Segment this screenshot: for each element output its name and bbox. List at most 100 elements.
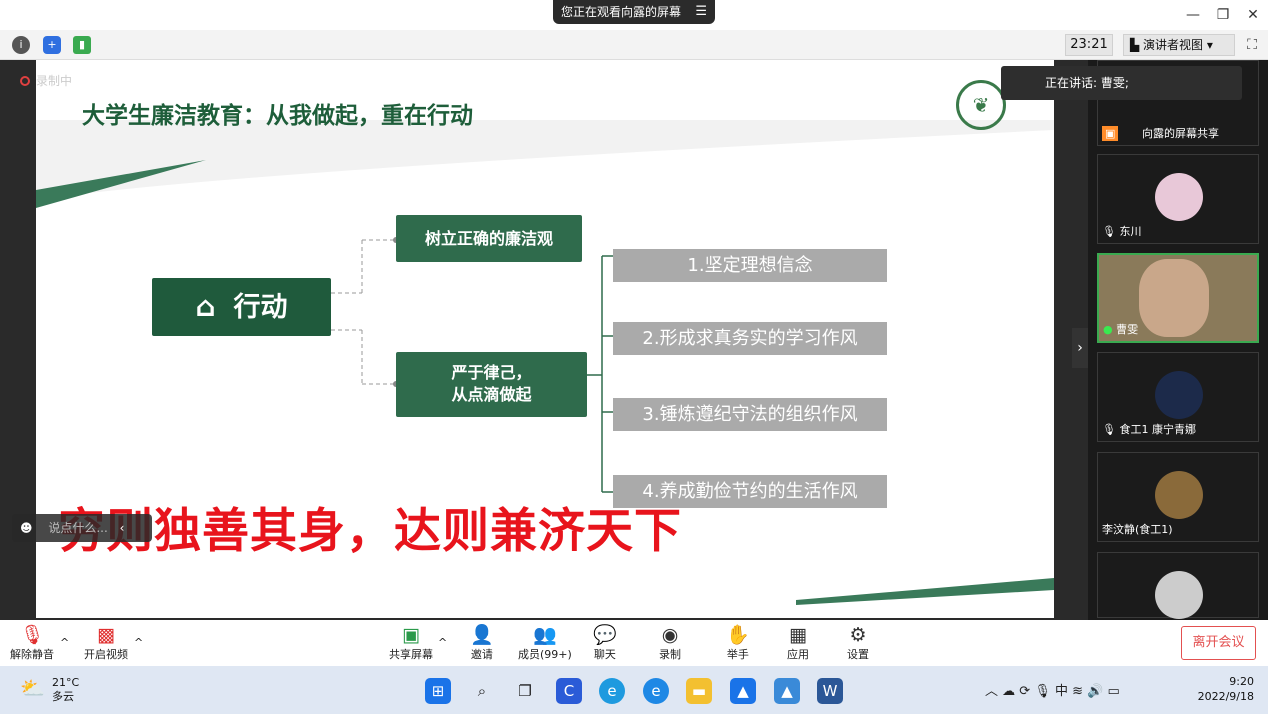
participant-tile[interactable] (1097, 552, 1259, 619)
maximize-button[interactable]: ❐ (1211, 4, 1235, 26)
mic-icon[interactable]: 🎙 (1034, 684, 1051, 699)
home-icon: ⌂ (195, 290, 216, 323)
record-dot-icon (20, 76, 30, 86)
participant-tile[interactable]: 🎙 东川 (1097, 154, 1259, 244)
settings-button[interactable]: ⚙ 设置 (847, 624, 869, 662)
record-button[interactable]: ◉ 录制 (659, 624, 681, 662)
speaking-indicator: 正在讲话: 曹雯; (1001, 66, 1242, 100)
banner-menu-icon[interactable]: ☰ (695, 0, 707, 24)
avatar (1155, 571, 1203, 619)
participant-name-text: 食工1 康宁青娜 (1119, 423, 1196, 436)
participant-tile[interactable]: 李汶静(食工1) (1097, 452, 1259, 542)
clock-date: 2022/9/18 (1197, 690, 1254, 703)
volume-icon[interactable]: 🔊 (1087, 684, 1103, 699)
share-options-chevron[interactable]: ^ (438, 636, 447, 649)
video-options-chevron[interactable]: ^ (134, 636, 143, 649)
banner-text: 您正在观看向露的屏幕 (561, 5, 682, 19)
collapse-panel-button[interactable]: › (1072, 328, 1088, 368)
word-icon[interactable]: W (817, 678, 843, 704)
meeting-controls: 🎙 解除静音 ^ ▩ 开启视频 ^ ▣ 共享屏幕 ^ 👤 邀请 👥 成员(99+) 💬 聊天… (0, 620, 1268, 666)
weather-text: 多云 (52, 690, 74, 703)
shield-icon[interactable]: + (43, 36, 61, 54)
video-feed (1139, 259, 1209, 337)
meeting-toolbar: i + ▮ 23:21 ▙ 演讲者视图 ▾ ⛶ (0, 30, 1268, 60)
members-button[interactable]: 👥 成员(99+) (518, 624, 572, 662)
layout-icon: ▙ (1130, 38, 1144, 52)
audio-options-chevron[interactable]: ^ (60, 636, 69, 649)
invite-button[interactable]: 👤 邀请 (470, 624, 494, 662)
speaker-view-button[interactable]: ▙ 演讲者视图 ▾ (1123, 34, 1235, 56)
view-label: 演讲者视图 (1143, 38, 1204, 52)
participant-name: 🎙 食工1 康宁青娜 (1102, 421, 1196, 437)
hand-icon: ✋ (726, 624, 750, 646)
apps-label: 应用 (787, 648, 809, 661)
avatar (1155, 471, 1203, 519)
action-node: ⌂ 行动 (152, 278, 331, 336)
chat-button[interactable]: 💬 聊天 (593, 624, 617, 662)
apps-icon: ▦ (789, 624, 807, 646)
minimize-button[interactable]: — (1181, 4, 1205, 26)
presentation-slide: 大学生廉洁教育：从我做起，重在行动 ❦ ⌂ 行动 树立正确的廉洁观 严于律己， 从… (36, 60, 1054, 618)
windows-taskbar: ⛅ 21°C 多云 ⊞ ⌕ ❐ C e e ▬ ▲ ▲ W ︿ ☁ ⟳ 🎙 中 … (0, 666, 1268, 714)
ime-indicator[interactable]: 中 (1055, 684, 1068, 699)
task-view-icon[interactable]: ❐ (512, 678, 538, 704)
recording-indicator: 录制中 (20, 72, 72, 89)
invite-icon: 👤 (470, 624, 494, 646)
fullscreen-icon[interactable]: ⛶ (1241, 34, 1263, 56)
item-box-3: 3.锤炼遵纪守法的组织作风 (613, 398, 887, 431)
mic-muted-icon: 🎙 (1102, 225, 1116, 238)
participant-name: ● 曹雯 (1103, 321, 1138, 337)
close-button[interactable]: ✕ (1241, 4, 1265, 26)
clock[interactable]: 9:20 2022/9/18 (1196, 674, 1254, 704)
wifi-icon[interactable]: ≋ (1072, 684, 1083, 699)
share-badge-icon: ▣ (1102, 126, 1119, 141)
participant-tile[interactable]: 🎙 食工1 康宁青娜 (1097, 352, 1259, 442)
weather-widget[interactable]: 21°C 多云 (52, 676, 79, 704)
file-explorer-icon[interactable]: ▬ (686, 678, 712, 704)
participant-name: 李汶静(食工1) (1102, 523, 1173, 536)
start-icon[interactable]: ⊞ (425, 678, 451, 704)
record-icon: ◉ (661, 624, 679, 646)
raise-hand-button[interactable]: ✋ 举手 (726, 624, 750, 662)
mic-muted-icon: 🎙 (1102, 423, 1116, 436)
meeting-app-icon[interactable]: ▲ (730, 678, 756, 704)
participant-tile-active[interactable]: ● 曹雯 (1097, 253, 1259, 343)
leave-meeting-button[interactable]: 离开会议 (1181, 626, 1256, 660)
info-icon[interactable]: i (12, 36, 30, 54)
battery-icon[interactable]: ▭ (1108, 684, 1120, 699)
cloud-icon[interactable]: ☁ (1002, 684, 1015, 699)
slide-title: 大学生廉洁教育：从我做起，重在行动 (82, 103, 473, 129)
gear-icon: ⚙ (849, 624, 867, 646)
video-label: 开启视频 (84, 648, 128, 661)
settings-label: 设置 (847, 648, 869, 661)
sync-icon[interactable]: ⟳ (1019, 684, 1030, 699)
avatar (1155, 371, 1203, 419)
recording-label: 录制中 (36, 74, 73, 88)
item-box-1: 1.坚定理想信念 (613, 249, 887, 282)
members-label: 成员(99+) (518, 648, 572, 661)
mic-on-icon: ● (1103, 323, 1113, 336)
emoji-icon[interactable]: ☻ (20, 521, 33, 535)
collapse-chat-icon[interactable]: ‹ (120, 521, 125, 535)
chat-input-bar[interactable]: ☻ 说点什么... ‹ (12, 514, 152, 542)
raise-label: 举手 (726, 648, 749, 661)
app-icon[interactable]: C (556, 678, 582, 704)
search-icon[interactable]: ⌕ (469, 678, 495, 704)
apps-button[interactable]: ▦ 应用 (787, 624, 809, 662)
participant-name: 🎙 东川 (1102, 223, 1141, 239)
browser-icon[interactable]: e (643, 678, 669, 704)
tray-icons[interactable]: ︿ ☁ ⟳ 🎙 中 ≋ 🔊 ▭ (985, 680, 1120, 699)
unmute-button[interactable]: 🎙 解除静音 (10, 624, 54, 662)
share-screen-button[interactable]: ▣ 共享屏幕 (389, 624, 433, 662)
start-video-button[interactable]: ▩ 开启视频 (84, 624, 128, 662)
mic-muted-icon: 🎙 (19, 624, 45, 646)
photos-icon[interactable]: ▲ (774, 678, 800, 704)
chevron-up-icon[interactable]: ︿ (985, 684, 998, 699)
participant-name-text: 曹雯 (1116, 323, 1139, 336)
meeting-timer: 23:21 (1065, 34, 1113, 56)
item-box-2: 2.形成求真务实的学习作风 (613, 322, 887, 355)
screen-share-banner[interactable]: 您正在观看向露的屏幕 ☰ (553, 0, 715, 24)
edge-icon[interactable]: e (599, 678, 625, 704)
weather-icon[interactable]: ⛅ (20, 676, 45, 700)
signal-icon[interactable]: ▮ (73, 36, 91, 54)
